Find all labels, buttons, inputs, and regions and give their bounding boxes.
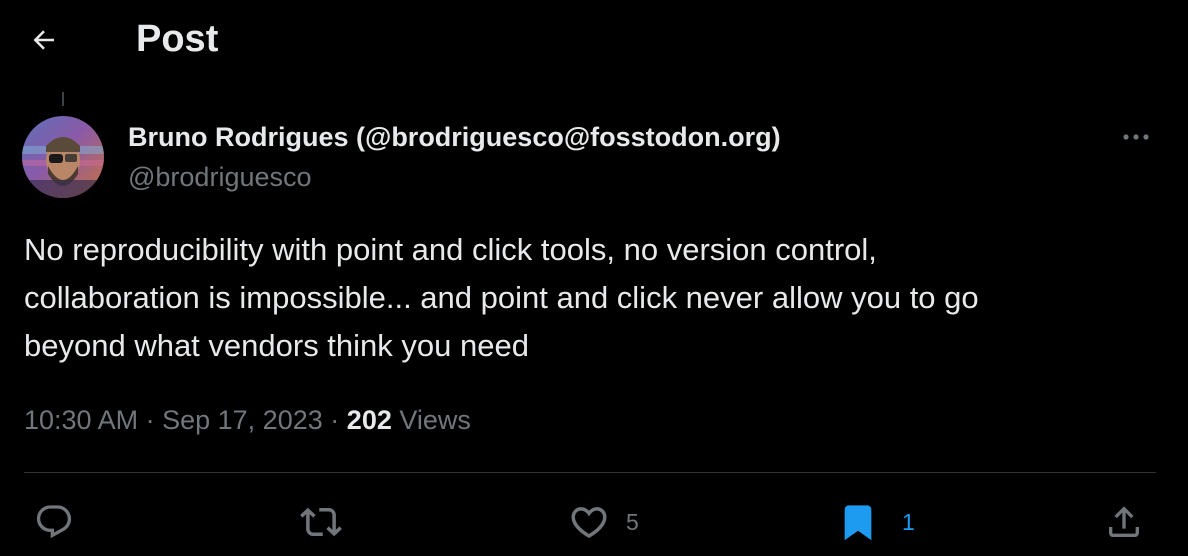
post-date[interactable]: Sep 17, 2023 [162, 405, 323, 435]
reply-button[interactable] [34, 500, 74, 544]
thread-line [62, 92, 64, 106]
bookmark-icon [844, 505, 872, 541]
meta-separator: · [330, 405, 340, 435]
share-icon [1109, 506, 1139, 537]
post-time[interactable]: 10:30 AM [24, 405, 138, 435]
views-label: Views [399, 405, 471, 435]
avatar[interactable] [22, 116, 104, 198]
author-handle[interactable]: @brodriguesco [128, 160, 312, 194]
bookmark-count: 1 [902, 508, 915, 535]
like-button[interactable]: 5 [568, 500, 639, 544]
repost-icon [300, 507, 342, 537]
arrow-left-icon [33, 30, 54, 50]
repost-button[interactable] [300, 500, 342, 544]
reply-icon [36, 505, 72, 539]
more-icon [1123, 134, 1149, 140]
meta-separator: · [145, 405, 155, 435]
share-button[interactable] [1104, 500, 1144, 544]
post-text: No reproducibility with point and click … [24, 232, 979, 363]
post-meta: 10:30 AM · Sep 17, 2023 · 202 Views [24, 402, 471, 438]
post-header: Post [0, 0, 1188, 80]
more-options-button[interactable] [1116, 120, 1156, 154]
back-button[interactable] [22, 18, 66, 62]
views-link[interactable]: 202 Views [347, 405, 471, 435]
author-name[interactable]: Bruno Rodrigues (@brodriguesco@fosstodon… [128, 120, 781, 154]
page-title: Post [136, 18, 219, 60]
heart-icon [571, 507, 607, 539]
like-count: 5 [626, 508, 639, 535]
avatar-image [22, 116, 104, 198]
bookmark-button[interactable]: 1 [838, 500, 915, 544]
views-count: 202 [346, 405, 392, 435]
divider [24, 472, 1156, 473]
